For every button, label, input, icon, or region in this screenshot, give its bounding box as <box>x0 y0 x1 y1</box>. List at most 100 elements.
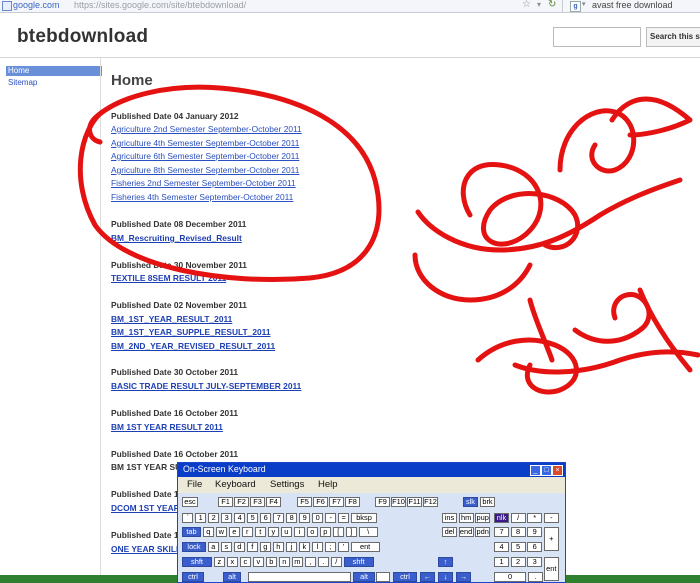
browser-search-input[interactable]: avast free download <box>592 0 673 10</box>
result-link[interactable]: BM_2ND_YEAR_REVISED_RESULT_2011 <box>111 341 275 351</box>
osk-key[interactable]: lock <box>182 542 206 552</box>
osk-key[interactable]: 7 <box>273 513 285 523</box>
osk-key[interactable]: end <box>458 527 474 537</box>
osk-key[interactable]: pup <box>475 513 491 523</box>
arrow-left-icon[interactable]: ← <box>420 572 435 582</box>
minimize-icon[interactable]: _ <box>530 465 541 476</box>
osk-key[interactable]: - <box>325 513 337 523</box>
osk-key[interactable]: esc <box>182 497 198 507</box>
menu-item-help[interactable]: Help <box>318 479 338 490</box>
result-link[interactable]: BM_Rescruiting_Revised_Result <box>111 233 242 243</box>
sidebar-item-home[interactable]: Home <box>6 66 102 76</box>
osk-key[interactable]: 8 <box>510 527 526 537</box>
site-search-input[interactable] <box>553 27 641 47</box>
result-link[interactable]: BM_1ST_YEAR_SUPPLE_RESULT_2011 <box>111 327 271 337</box>
osk-key[interactable]: del <box>442 527 457 537</box>
osk-key[interactable]: c <box>239 557 251 567</box>
osk-key[interactable]: m <box>291 557 303 567</box>
osk-titlebar[interactable]: On-Screen Keyboard _ □ × <box>178 463 565 477</box>
osk-key[interactable]: x <box>226 557 238 567</box>
osk-key[interactable]: ' <box>337 542 349 552</box>
on-screen-keyboard-window[interactable]: On-Screen Keyboard _ □ × File Keyboard S… <box>177 462 566 583</box>
osk-key[interactable]: F5 <box>297 497 312 507</box>
result-link[interactable]: Agriculture 2nd Semester September-Octob… <box>111 124 302 134</box>
result-link[interactable]: BM 1ST YEAR RESULT 2011 <box>111 422 223 432</box>
result-link[interactable]: Fisheries 2nd Semester September-October… <box>111 178 296 188</box>
osk-key[interactable]: n <box>278 557 290 567</box>
osk-key[interactable]: F10 <box>391 497 406 507</box>
osk-key[interactable]: + <box>543 527 559 551</box>
osk-key[interactable]: q <box>202 527 214 537</box>
google-icon[interactable]: g <box>570 1 581 12</box>
osk-key[interactable]: ent <box>543 557 559 581</box>
osk-key[interactable]: / <box>330 557 342 567</box>
osk-key[interactable]: o <box>306 527 318 537</box>
osk-key[interactable]: F7 <box>329 497 344 507</box>
address-bar[interactable]: google.com https://sites.google.com/site… <box>0 0 700 13</box>
result-link[interactable]: Agriculture 6th Semester September-Octob… <box>111 151 299 161</box>
chevron-down-icon[interactable]: ▾ <box>537 0 541 9</box>
result-link[interactable]: TEXTILE 8SEM RESULT 2011 <box>111 273 226 283</box>
osk-key[interactable]: F8 <box>345 497 360 507</box>
osk-key[interactable]: d <box>233 542 245 552</box>
osk-key[interactable]: v <box>252 557 264 567</box>
result-link[interactable]: ONE YEAR SKILL <box>111 544 181 554</box>
osk-key[interactable]: . <box>528 572 543 582</box>
osk-key[interactable]: 0 <box>494 572 526 582</box>
osk-key[interactable]: u <box>280 527 292 537</box>
menu-item-file[interactable]: File <box>187 479 202 490</box>
osk-key[interactable]: F2 <box>234 497 249 507</box>
osk-key[interactable]: 3 <box>527 557 543 567</box>
osk-key[interactable]: , <box>304 557 316 567</box>
result-link[interactable]: Agriculture 8th Semester September-Octob… <box>111 165 299 175</box>
arrow-down-icon[interactable]: ↓ <box>438 572 453 582</box>
maximize-icon[interactable]: □ <box>541 465 552 476</box>
osk-key[interactable]: F11 <box>407 497 422 507</box>
menu-item-settings[interactable]: Settings <box>270 479 304 490</box>
osk-key[interactable]: slk <box>463 497 478 507</box>
osk-key[interactable]: l <box>311 542 323 552</box>
result-link[interactable]: Fisheries 4th Semester September-October… <box>111 192 293 202</box>
osk-key[interactable]: shft <box>343 557 374 567</box>
osk-key[interactable]: ; <box>324 542 336 552</box>
osk-key[interactable]: F12 <box>423 497 438 507</box>
osk-key[interactable]: e <box>228 527 240 537</box>
result-link[interactable]: Agriculture 4th Semester September-Octob… <box>111 138 299 148</box>
osk-key[interactable]: ` <box>182 513 194 523</box>
osk-key[interactable]: bksp <box>351 513 377 523</box>
osk-key[interactable]: F9 <box>375 497 390 507</box>
osk-key[interactable]: 2 <box>510 557 526 567</box>
site-title[interactable]: btebdownload <box>17 26 148 48</box>
osk-key[interactable]: F6 <box>313 497 328 507</box>
osk-key[interactable]: 1 <box>494 557 509 567</box>
osk-key[interactable]: 4 <box>494 542 509 552</box>
osk-key[interactable]: 5 <box>247 513 259 523</box>
osk-key[interactable]: F4 <box>266 497 281 507</box>
osk-key[interactable]: 6 <box>260 513 272 523</box>
osk-key[interactable]: h <box>272 542 284 552</box>
close-icon[interactable]: × <box>552 465 563 476</box>
osk-key[interactable]: - <box>543 513 559 523</box>
osk-key[interactable]: s <box>220 542 232 552</box>
osk-key[interactable]: r <box>241 527 253 537</box>
osk-key[interactable]: k <box>298 542 310 552</box>
bookmark-star-icon[interactable]: ☆ <box>522 0 531 10</box>
osk-key[interactable]: 3 <box>221 513 233 523</box>
osk-key[interactable]: 7 <box>494 527 509 537</box>
osk-key[interactable]: ent <box>350 542 380 552</box>
osk-key[interactable]: ctrl <box>393 572 417 582</box>
osk-spacebar[interactable] <box>248 572 351 582</box>
osk-key[interactable]: 5 <box>510 542 526 552</box>
reload-icon[interactable]: ↻ <box>548 0 556 10</box>
osk-key[interactable]: F3 <box>250 497 265 507</box>
osk-key[interactable]: alt <box>353 572 375 582</box>
address-url[interactable]: https://sites.google.com/site/btebdownlo… <box>74 0 246 10</box>
osk-key[interactable]: / <box>510 513 526 523</box>
osk-key[interactable]: a <box>207 542 219 552</box>
osk-key[interactable]: w <box>215 527 227 537</box>
osk-key[interactable]: = <box>338 513 350 523</box>
osk-key[interactable]: nlk <box>494 513 509 523</box>
osk-key[interactable]: [ <box>332 527 344 537</box>
sidebar-item-sitemap[interactable]: Sitemap <box>6 78 102 88</box>
osk-key[interactable]: 4 <box>234 513 246 523</box>
